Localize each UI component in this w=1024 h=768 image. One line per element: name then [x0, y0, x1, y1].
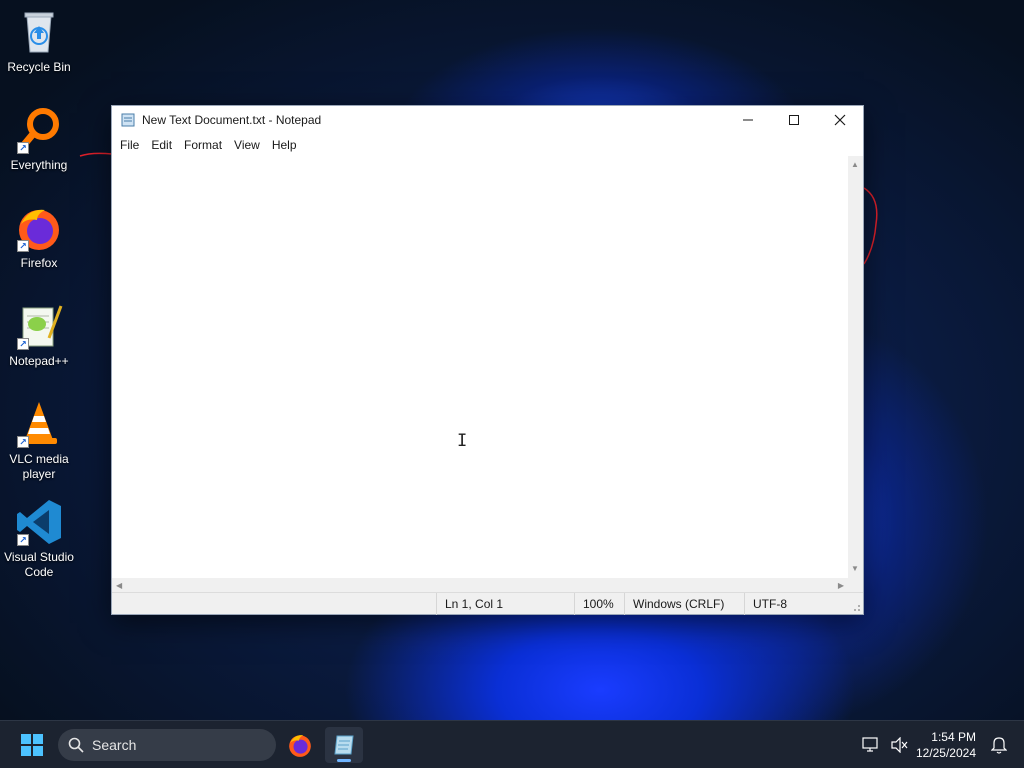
- minimize-icon: [743, 119, 753, 121]
- status-position: Ln 1, Col 1: [436, 593, 574, 615]
- everything-search-icon: ↗: [15, 106, 63, 154]
- volume-muted-icon[interactable]: [888, 734, 910, 756]
- search-icon: [68, 737, 84, 753]
- taskbar-notepad[interactable]: [325, 727, 363, 763]
- close-button[interactable]: [817, 106, 863, 134]
- firefox-icon: [289, 735, 311, 757]
- desktop-icon-notepadpp[interactable]: ↗ Notepad++: [0, 302, 78, 369]
- menu-view[interactable]: View: [228, 134, 266, 156]
- recycle-bin-icon: [15, 8, 63, 56]
- desktop-icon-label: Recycle Bin: [7, 60, 71, 74]
- taskbar: Search 1:54 PM 12/25/2024: [0, 720, 1024, 768]
- desktop-icon-label: Firefox: [20, 256, 58, 270]
- clock-time: 1:54 PM: [931, 730, 976, 744]
- desktop-icon-everything[interactable]: ↗ Everything: [0, 106, 78, 173]
- taskbar-firefox[interactable]: [281, 727, 319, 763]
- close-icon: [834, 114, 846, 126]
- scroll-corner: [848, 578, 863, 593]
- start-button[interactable]: [20, 733, 44, 757]
- shortcut-arrow-icon: ↗: [17, 240, 29, 252]
- scroll-down-icon[interactable]: ▼: [851, 564, 859, 574]
- vscode-icon: ↗: [15, 498, 63, 546]
- maximize-icon: [789, 115, 799, 125]
- desktop-icon-vlc[interactable]: ↗ VLC media player: [0, 400, 78, 482]
- shortcut-arrow-icon: ↗: [17, 142, 29, 154]
- text-cursor-icon: I: [457, 431, 468, 451]
- notepadpp-icon: ↗: [15, 302, 63, 350]
- search-placeholder: Search: [92, 737, 137, 753]
- text-editor[interactable]: [112, 156, 848, 578]
- menu-help[interactable]: Help: [266, 134, 303, 156]
- scroll-right-icon[interactable]: ▶: [838, 581, 844, 591]
- status-line-ending: Windows (CRLF): [624, 593, 744, 615]
- maximize-button[interactable]: [771, 106, 817, 134]
- shortcut-arrow-icon: ↗: [17, 534, 29, 546]
- status-bar: Ln 1, Col 1 100% Windows (CRLF) UTF-8: [112, 592, 863, 615]
- shortcut-arrow-icon: ↗: [17, 436, 29, 448]
- vlc-icon: ↗: [15, 400, 63, 448]
- menu-edit[interactable]: Edit: [145, 134, 178, 156]
- firefox-icon: ↗: [15, 204, 63, 252]
- desktop-icon-label: Visual Studio Code: [4, 550, 74, 579]
- horizontal-scrollbar[interactable]: ◀ ▶: [112, 578, 848, 593]
- minimize-button[interactable]: [725, 106, 771, 134]
- notepad-window: New Text Document.txt - Notepad File Edi…: [111, 105, 864, 615]
- clock[interactable]: 1:54 PM 12/25/2024: [916, 729, 976, 761]
- annotation-mark: [79, 152, 113, 157]
- title-bar[interactable]: New Text Document.txt - Notepad: [112, 106, 863, 134]
- resize-grip-icon[interactable]: [851, 602, 861, 612]
- desktop-icon-label: Everything: [10, 158, 68, 172]
- desktop-icon-vscode[interactable]: ↗ Visual Studio Code: [0, 498, 78, 580]
- annotation-mark: [863, 187, 878, 265]
- notification-bell-icon[interactable]: [988, 734, 1010, 756]
- desktop-icon-firefox[interactable]: ↗ Firefox: [0, 204, 78, 271]
- menu-bar: File Edit Format View Help: [112, 134, 863, 156]
- vertical-scrollbar[interactable]: ▲ ▼: [848, 156, 863, 578]
- scroll-left-icon[interactable]: ◀: [116, 581, 122, 591]
- desktop-icon-recycle-bin[interactable]: Recycle Bin: [0, 8, 78, 75]
- taskbar-search[interactable]: Search: [58, 729, 276, 761]
- menu-format[interactable]: Format: [178, 134, 228, 156]
- menu-file[interactable]: File: [114, 134, 145, 156]
- editor-area: ▲ ▼ ◀ ▶: [112, 156, 863, 593]
- active-indicator: [337, 759, 351, 762]
- window-title: New Text Document.txt - Notepad: [142, 113, 322, 127]
- display-icon[interactable]: [860, 734, 882, 756]
- shortcut-arrow-icon: ↗: [17, 338, 29, 350]
- system-tray: 1:54 PM 12/25/2024: [860, 721, 1024, 768]
- status-zoom: 100%: [574, 593, 624, 615]
- notepad-icon: [121, 113, 135, 127]
- notepad-icon: [334, 735, 354, 755]
- status-encoding: UTF-8: [744, 593, 849, 615]
- clock-date: 12/25/2024: [915, 746, 976, 760]
- desktop-icon-label: VLC media player: [9, 452, 69, 481]
- scroll-up-icon[interactable]: ▲: [851, 160, 859, 170]
- desktop-icon-label: Notepad++: [9, 354, 69, 368]
